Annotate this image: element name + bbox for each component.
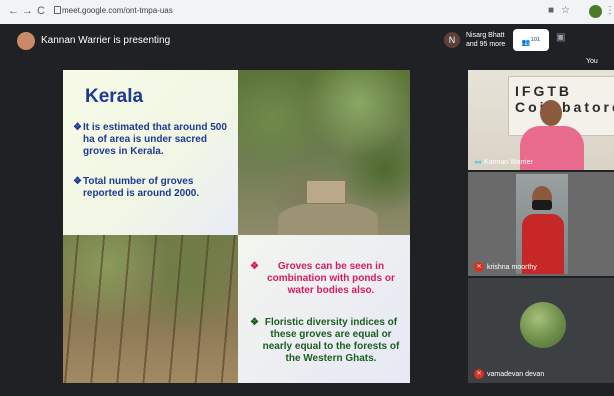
participant-name-text: vamadevan devan xyxy=(487,370,545,378)
participant-avatar: N xyxy=(444,32,460,48)
slide-bullet: ❖ Total number of groves reported is aro… xyxy=(73,176,235,200)
slide-bullet: ❖ Floristic diversity indices of these g… xyxy=(250,317,402,365)
browser-toolbar: ← → C meet.google.com/ont-tmpa-uas ■ ☆ ⋮ xyxy=(0,0,614,25)
slide-bullet: ❖ Groves can be seen in combination with… xyxy=(250,261,402,297)
participant-name-text: krishna moorthy xyxy=(487,263,537,271)
bullet-icon: ❖ xyxy=(250,261,259,272)
bullet-text: Floristic diversity indices of these gro… xyxy=(262,317,400,364)
participant-tile[interactable]: IFGTB Coimbatore ◂◂ Kannan Warrier xyxy=(468,70,614,170)
slide-bullet: ❖ It is estimated that around 500 ha of … xyxy=(73,122,235,158)
profile-avatar[interactable] xyxy=(589,5,602,18)
slide-text-panel-bottom: ❖ Groves can be seen in combination with… xyxy=(238,235,410,383)
participant-tile[interactable]: ✕ krishna moorthy xyxy=(468,172,614,276)
bullet-icon: ❖ xyxy=(73,122,82,133)
participant-avatar xyxy=(520,302,566,348)
meet-header: Kannan Warrier is presenting N Nisarg Bh… xyxy=(0,24,614,68)
slide-heading: Kerala xyxy=(85,86,144,107)
participant-tile[interactable]: ✕ vamadevan devan xyxy=(468,278,614,383)
bullet-text: It is estimated that around 500 ha of ar… xyxy=(83,122,227,157)
address-bar[interactable]: meet.google.com/ont-tmpa-uas xyxy=(62,6,173,15)
bullet-text: Total number of groves reported is aroun… xyxy=(83,176,200,199)
mic-off-icon: ✕ xyxy=(474,369,484,379)
menu-icon[interactable]: ⋮ xyxy=(605,5,614,16)
reload-button[interactable]: C xyxy=(37,5,45,17)
video-feed xyxy=(516,174,568,274)
presentation-slide: Kerala ❖ It is estimated that around 500… xyxy=(63,70,410,383)
slide-text-panel-top: Kerala ❖ It is estimated that around 500… xyxy=(63,70,238,235)
participant-name: ✕ krishna moorthy xyxy=(474,262,537,272)
bullet-text: Groves can be seen in combination with p… xyxy=(267,261,395,296)
participant-count: 101 xyxy=(530,37,541,43)
self-label: You xyxy=(586,58,598,65)
presenting-label: Kannan Warrier is presenting xyxy=(41,35,171,46)
back-button[interactable]: ← xyxy=(8,5,19,17)
participant-name-text: Kannan Warrier xyxy=(484,158,533,166)
camera-icon[interactable]: ■ xyxy=(548,5,554,16)
forest-photo xyxy=(63,235,238,383)
mic-off-icon: ✕ xyxy=(474,262,484,272)
participant-name: ✕ vamadevan devan xyxy=(474,369,544,379)
shrine-photo xyxy=(238,70,410,235)
participant-name: Nisarg Bhatt xyxy=(466,32,505,39)
presenter-avatar xyxy=(17,32,35,50)
chat-icon[interactable]: ▣ xyxy=(556,32,565,43)
photo-path xyxy=(278,202,378,235)
people-button[interactable]: 👥101 xyxy=(513,29,549,51)
photo-shrine xyxy=(306,180,346,204)
participants-summary: Nisarg Bhatt and 95 more xyxy=(466,31,505,49)
person-head xyxy=(540,100,562,126)
bullet-icon: ❖ xyxy=(250,317,259,328)
sign-text: IFGTB Coimbatore xyxy=(515,83,614,115)
audio-on-icon: ◂◂ xyxy=(474,159,482,166)
face-mask xyxy=(532,200,552,210)
bullet-icon: ❖ xyxy=(73,176,82,187)
meet-bottom-bar xyxy=(0,383,614,396)
participant-name: ◂◂ Kannan Warrier xyxy=(474,158,533,166)
star-icon[interactable]: ☆ xyxy=(561,5,570,16)
forward-button[interactable]: → xyxy=(22,5,33,17)
lock-icon xyxy=(54,6,61,14)
participant-more: and 95 more xyxy=(466,41,506,48)
